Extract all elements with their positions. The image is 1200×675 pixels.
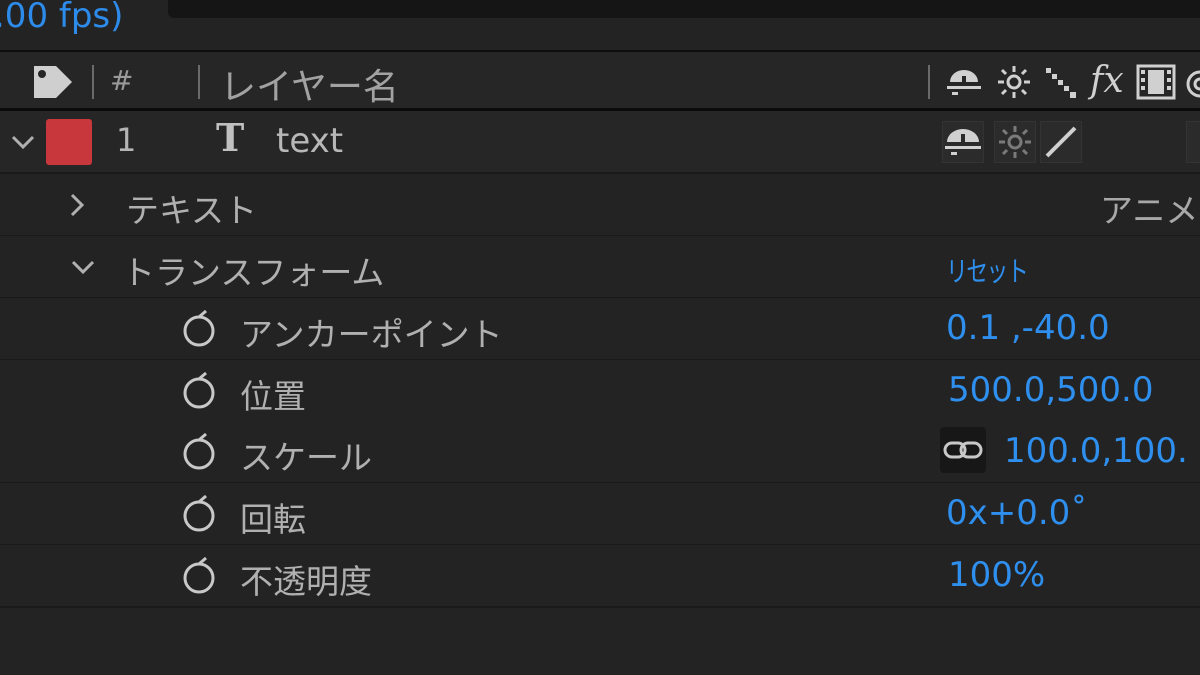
- column-separator[interactable]: [198, 65, 200, 99]
- stopwatch-icon[interactable]: [180, 495, 218, 533]
- property-value[interactable]: 500.0,500.0: [948, 370, 1153, 410]
- effect-fx-icon[interactable]: fx: [1090, 60, 1124, 101]
- shy-icon: [945, 129, 981, 155]
- property-label: 不透明度: [240, 562, 372, 601]
- column-header: # レイヤー名 fx: [0, 50, 1200, 112]
- column-separator[interactable]: [92, 65, 94, 99]
- property-value[interactable]: 100%: [948, 555, 1045, 595]
- text-group-label: テキスト: [126, 191, 258, 230]
- constrain-proportions-toggle[interactable]: [940, 427, 986, 473]
- property-label: アンカーポイント: [240, 315, 503, 354]
- property-label: 回転: [240, 500, 306, 539]
- text-layer-icon: T: [216, 115, 245, 160]
- layer-name[interactable]: text: [276, 121, 343, 161]
- frame-blending-icon[interactable]: [1136, 64, 1176, 100]
- animate-menu[interactable]: アニメー: [1100, 184, 1200, 232]
- stopwatch-icon[interactable]: [180, 372, 218, 410]
- quality-icon[interactable]: [1044, 66, 1080, 100]
- column-separator[interactable]: [928, 65, 930, 99]
- quality-switch[interactable]: [1040, 121, 1082, 163]
- quality-icon: [1045, 126, 1077, 158]
- collapse-transform-switch[interactable]: [994, 121, 1036, 163]
- property-row-rotation[interactable]: 回転 0x+0.0˚: [0, 483, 1200, 546]
- stopwatch-icon[interactable]: [180, 557, 218, 595]
- property-value[interactable]: 100.0,100.: [1004, 431, 1188, 471]
- chevron-right-icon[interactable]: [68, 192, 86, 218]
- property-value[interactable]: 0.1 ,-40.0: [946, 308, 1110, 348]
- property-row-anchor-point[interactable]: アンカーポイント 0.1 ,-40.0: [0, 298, 1200, 361]
- chevron-down-icon[interactable]: [70, 258, 96, 276]
- link-icon: [943, 441, 983, 459]
- property-label: スケール: [240, 438, 372, 477]
- stopwatch-icon[interactable]: [180, 310, 218, 348]
- reset-link[interactable]: リセット: [946, 250, 1029, 290]
- property-row-position[interactable]: 位置 500.0,500.0: [0, 360, 1200, 423]
- property-row-opacity[interactable]: 不透明度 100%: [0, 545, 1200, 608]
- label-color-swatch[interactable]: [46, 119, 92, 165]
- collapse-transform-icon[interactable]: [996, 64, 1032, 100]
- motion-blur-icon[interactable]: [1184, 64, 1200, 100]
- stopwatch-icon[interactable]: [180, 433, 218, 471]
- transform-group-label: トランスフォーム: [122, 253, 385, 292]
- property-value[interactable]: 0x+0.0˚: [946, 493, 1087, 533]
- text-group-row[interactable]: テキスト アニメー: [0, 174, 1200, 237]
- effect-switch[interactable]: [1186, 121, 1200, 163]
- empty-area: [0, 608, 1200, 675]
- top-bar: .00 fps): [0, 0, 1200, 48]
- collapse-transform-icon: [999, 126, 1031, 158]
- search-input[interactable]: [168, 0, 1200, 18]
- layer-row[interactable]: 1 T text: [0, 111, 1200, 174]
- transform-group-row[interactable]: トランスフォーム リセット: [0, 236, 1200, 299]
- property-row-scale[interactable]: スケール 100.0,100.: [0, 421, 1200, 484]
- column-layer-name-header[interactable]: レイヤー名: [220, 58, 399, 110]
- label-tag-icon[interactable]: [30, 62, 76, 102]
- chevron-down-icon[interactable]: [10, 133, 36, 151]
- shy-icon[interactable]: [944, 64, 984, 100]
- column-number-header[interactable]: #: [110, 64, 133, 97]
- shy-switch[interactable]: [942, 121, 984, 163]
- fps-readout[interactable]: .00 fps): [0, 0, 123, 36]
- layer-number: 1: [116, 121, 137, 159]
- property-label: 位置: [240, 377, 306, 416]
